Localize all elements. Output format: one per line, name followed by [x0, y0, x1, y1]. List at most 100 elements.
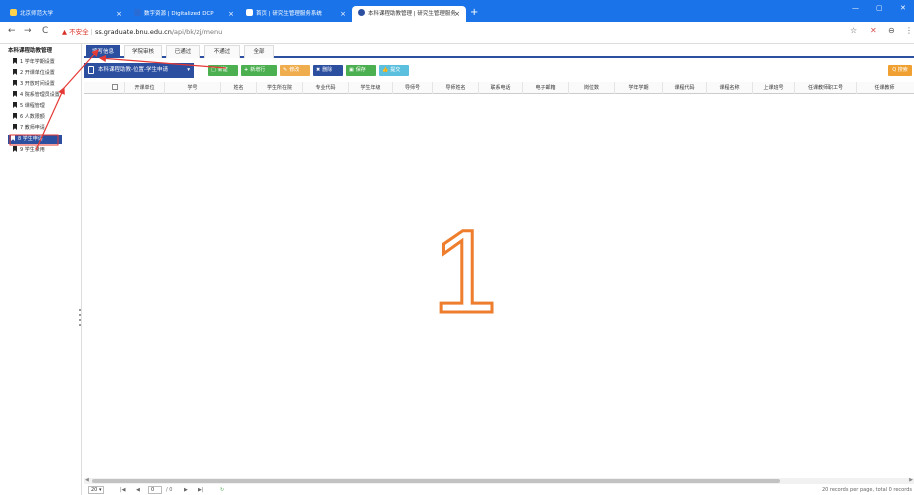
- favicon-icon: [358, 9, 365, 16]
- column-header[interactable]: 专业代码: [302, 82, 348, 94]
- maximize-button[interactable]: ▢: [876, 4, 883, 12]
- column-header[interactable]: 上课班号: [752, 82, 794, 94]
- sidebar-item[interactable]: 6 人数限额: [4, 113, 78, 122]
- last-page-button[interactable]: ▶|: [198, 486, 204, 495]
- status-tabs: 填写信息 学院审核 已通过 不通过 全部: [84, 44, 914, 58]
- chevron-down-icon: ▾: [98, 487, 102, 493]
- checkbox-icon: [112, 84, 118, 90]
- prev-page-button[interactable]: ◀: [136, 486, 140, 495]
- scroll-left-icon[interactable]: ◀: [85, 477, 89, 483]
- browser-tab-bar: 北京师范大学 × 数字资源 | Digitalized DCP × 首页 | 研…: [0, 0, 914, 22]
- bookmark-icon: [13, 146, 17, 152]
- url-path: /api/bk/zj/menu: [171, 28, 223, 36]
- new-button[interactable]: □ 新建: [208, 65, 238, 76]
- horizontal-scrollbar[interactable]: ◀ ▶: [84, 477, 914, 484]
- star-icon[interactable]: ☆: [850, 26, 857, 35]
- bookmark-icon: [11, 135, 15, 141]
- page-size-select[interactable]: 20 ▾: [88, 486, 105, 494]
- column-header[interactable]: 课程代码: [662, 82, 706, 94]
- forward-icon[interactable]: →: [24, 26, 32, 36]
- sidebar-item[interactable]: 5 课程管理: [4, 102, 78, 111]
- column-header[interactable]: 学号: [164, 82, 220, 94]
- tab-all[interactable]: 全部: [244, 45, 274, 58]
- select-all-checkbox[interactable]: [106, 82, 124, 94]
- step-number: 1: [432, 212, 498, 322]
- back-icon[interactable]: ←: [8, 26, 16, 36]
- sidebar-item[interactable]: 1 学年学期设置: [4, 58, 78, 67]
- thumbs-up-icon: 👍: [382, 67, 389, 73]
- favicon-icon: [246, 9, 253, 16]
- column-header[interactable]: 课程名称: [706, 82, 752, 94]
- profile-icon[interactable]: ⊖: [888, 26, 895, 35]
- save-button[interactable]: ▣ 保存: [346, 65, 376, 76]
- close-tab-icon[interactable]: ×: [340, 6, 346, 22]
- edit-button[interactable]: ✎ 修改: [280, 65, 310, 76]
- browser-tab[interactable]: 北京师范大学 ×: [4, 6, 128, 22]
- close-tab-icon[interactable]: ×: [116, 6, 122, 22]
- edit-icon: ✎: [283, 67, 288, 73]
- sidebar-item[interactable]: 9 学生录用: [4, 146, 78, 155]
- refresh-icon[interactable]: ↻: [220, 486, 224, 495]
- sidebar-title: 本科课程助教管理: [8, 48, 53, 54]
- column-header[interactable]: 导师姓名: [432, 82, 478, 94]
- annotation-number: 1: [431, 212, 500, 322]
- chevron-down-icon: ▾: [187, 67, 190, 73]
- column-header[interactable]: 任课教师职工号: [794, 82, 856, 94]
- browser-tab[interactable]: 首页 | 研究生管理服务系统 ×: [240, 6, 352, 22]
- tab-fill-info[interactable]: 填写信息: [86, 45, 120, 58]
- bookmark-icon: [13, 102, 17, 108]
- submit-button[interactable]: 👍 提交: [379, 65, 409, 76]
- sidebar-item[interactable]: 7 教师申请: [4, 124, 78, 133]
- tab-college-review[interactable]: 学院审核: [124, 45, 162, 58]
- column-header[interactable]: 学年学期: [614, 82, 662, 94]
- column-header[interactable]: 导师号: [392, 82, 432, 94]
- splitter-handle[interactable]: [79, 306, 82, 330]
- menu-icon[interactable]: ⋮: [905, 26, 913, 35]
- address-bar-row: ← → C ▲ 不安全 | ss.graduate.bnu.edu.cn/api…: [0, 22, 914, 44]
- panel-title-dropdown[interactable]: 本科课程助教-位置-学生申请 ▾: [84, 63, 194, 78]
- delete-icon: ✖: [316, 67, 321, 73]
- reload-icon[interactable]: C: [42, 26, 48, 36]
- document-icon: [88, 66, 94, 74]
- insecure-label: 不安全: [69, 28, 89, 36]
- total-pages-label: / 0: [166, 487, 173, 493]
- column-header[interactable]: 学生所在院: [256, 82, 302, 94]
- scrollbar-thumb[interactable]: [92, 479, 780, 483]
- browser-tab[interactable]: 数字资源 | Digitalized DCP ×: [128, 6, 240, 22]
- column-header[interactable]: 开课单位: [124, 82, 164, 94]
- column-header[interactable]: 任课教师: [856, 82, 912, 94]
- column-header[interactable]: 姓名: [220, 82, 256, 94]
- favicon-icon: [134, 9, 141, 16]
- new-tab-button[interactable]: +: [470, 6, 478, 20]
- tab-passed[interactable]: 已通过: [166, 45, 200, 58]
- add-row-button[interactable]: + 新增行: [241, 65, 277, 76]
- page-number-input[interactable]: 0: [148, 486, 162, 494]
- sidebar-item[interactable]: 3 开放时间设置: [4, 80, 78, 89]
- column-header[interactable]: 岗位数: [568, 82, 614, 94]
- bookmark-icon: [13, 124, 17, 130]
- close-window-button[interactable]: ✕: [900, 4, 906, 12]
- first-page-button[interactable]: |◀: [120, 486, 126, 495]
- search-button[interactable]: Q 搜索: [888, 65, 912, 76]
- extension-icon[interactable]: ✕: [870, 26, 877, 35]
- sidebar-item-selected[interactable]: 8 学生申请: [8, 135, 62, 144]
- url-field[interactable]: ▲ 不安全 | ss.graduate.bnu.edu.cn/api/bk/zj…: [62, 26, 222, 38]
- new-icon: □: [211, 67, 216, 73]
- column-header[interactable]: 电子邮箱: [522, 82, 568, 94]
- browser-tab-active[interactable]: 本科课程助教管理 | 研究生管理服务 ×: [352, 6, 466, 22]
- tab-rejected[interactable]: 不通过: [204, 45, 240, 58]
- close-tab-icon[interactable]: ×: [454, 6, 460, 22]
- next-page-button[interactable]: ▶: [184, 486, 188, 495]
- pagination-bar: 20 ▾ |◀ ◀ 0 / 0 ▶ ▶| ↻ 20 records per pa…: [84, 486, 914, 495]
- minimize-button[interactable]: —: [852, 4, 859, 12]
- bookmark-icon: [13, 80, 17, 86]
- sidebar-item[interactable]: 2 开课单位设置: [4, 69, 78, 78]
- sidebar-item[interactable]: 4 院系管理员设置: [4, 91, 78, 100]
- favicon-icon: [10, 9, 17, 16]
- scroll-right-icon[interactable]: ▶: [909, 477, 913, 483]
- delete-button[interactable]: ✖ 删除: [313, 65, 343, 76]
- column-header[interactable]: 联系电话: [478, 82, 522, 94]
- close-tab-icon[interactable]: ×: [228, 6, 234, 22]
- column-header[interactable]: 学生年级: [348, 82, 392, 94]
- save-icon: ▣: [349, 67, 354, 73]
